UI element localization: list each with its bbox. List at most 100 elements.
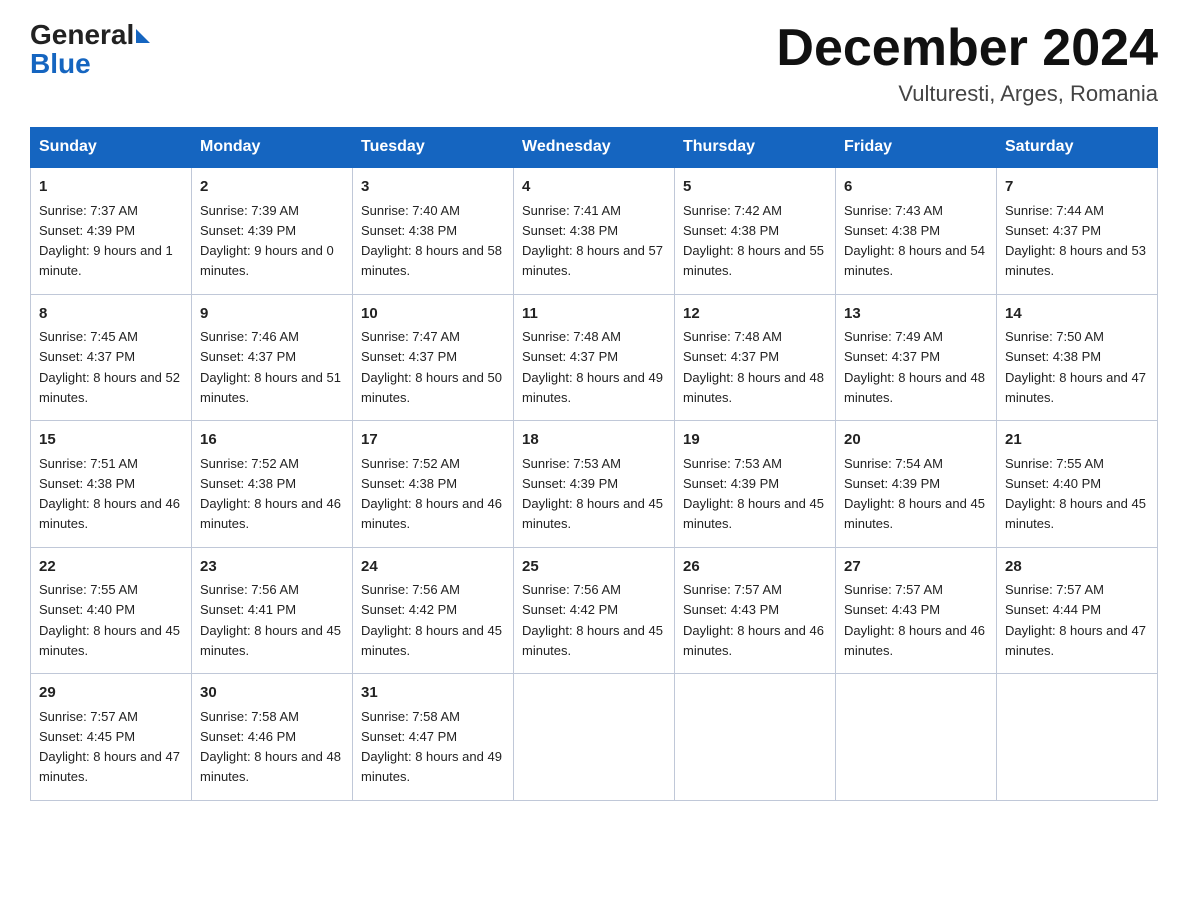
- calendar-cell: 25 Sunrise: 7:56 AMSunset: 4:42 PMDaylig…: [514, 547, 675, 674]
- calendar-cell: 4 Sunrise: 7:41 AMSunset: 4:38 PMDayligh…: [514, 167, 675, 294]
- day-info: Sunrise: 7:57 AMSunset: 4:45 PMDaylight:…: [39, 709, 180, 785]
- calendar-cell: 9 Sunrise: 7:46 AMSunset: 4:37 PMDayligh…: [192, 294, 353, 421]
- day-number: 21: [1005, 429, 1149, 452]
- day-number: 15: [39, 429, 183, 452]
- calendar-cell: 6 Sunrise: 7:43 AMSunset: 4:38 PMDayligh…: [836, 167, 997, 294]
- page-header: General Blue December 2024 Vulturesti, A…: [30, 20, 1158, 107]
- day-number: 22: [39, 556, 183, 579]
- day-number: 8: [39, 303, 183, 326]
- day-number: 13: [844, 303, 988, 326]
- calendar-cell: 13 Sunrise: 7:49 AMSunset: 4:37 PMDaylig…: [836, 294, 997, 421]
- calendar-cell: 7 Sunrise: 7:44 AMSunset: 4:37 PMDayligh…: [997, 167, 1158, 294]
- day-info: Sunrise: 7:49 AMSunset: 4:37 PMDaylight:…: [844, 329, 985, 405]
- day-info: Sunrise: 7:55 AMSunset: 4:40 PMDaylight:…: [39, 582, 180, 658]
- calendar-cell: [836, 674, 997, 801]
- day-info: Sunrise: 7:53 AMSunset: 4:39 PMDaylight:…: [683, 456, 824, 532]
- title-block: December 2024 Vulturesti, Arges, Romania: [776, 20, 1158, 107]
- day-number: 24: [361, 556, 505, 579]
- day-info: Sunrise: 7:52 AMSunset: 4:38 PMDaylight:…: [361, 456, 502, 532]
- col-header-friday: Friday: [836, 128, 997, 168]
- day-number: 14: [1005, 303, 1149, 326]
- day-number: 17: [361, 429, 505, 452]
- calendar-cell: 30 Sunrise: 7:58 AMSunset: 4:46 PMDaylig…: [192, 674, 353, 801]
- month-title: December 2024: [776, 20, 1158, 77]
- calendar-cell: 3 Sunrise: 7:40 AMSunset: 4:38 PMDayligh…: [353, 167, 514, 294]
- calendar-cell: 31 Sunrise: 7:58 AMSunset: 4:47 PMDaylig…: [353, 674, 514, 801]
- calendar-cell: 12 Sunrise: 7:48 AMSunset: 4:37 PMDaylig…: [675, 294, 836, 421]
- day-number: 25: [522, 556, 666, 579]
- day-info: Sunrise: 7:41 AMSunset: 4:38 PMDaylight:…: [522, 203, 663, 279]
- day-number: 20: [844, 429, 988, 452]
- day-info: Sunrise: 7:42 AMSunset: 4:38 PMDaylight:…: [683, 203, 824, 279]
- day-info: Sunrise: 7:39 AMSunset: 4:39 PMDaylight:…: [200, 203, 334, 279]
- day-info: Sunrise: 7:40 AMSunset: 4:38 PMDaylight:…: [361, 203, 502, 279]
- day-info: Sunrise: 7:57 AMSunset: 4:43 PMDaylight:…: [844, 582, 985, 658]
- day-number: 23: [200, 556, 344, 579]
- day-number: 1: [39, 176, 183, 199]
- day-info: Sunrise: 7:55 AMSunset: 4:40 PMDaylight:…: [1005, 456, 1146, 532]
- day-info: Sunrise: 7:52 AMSunset: 4:38 PMDaylight:…: [200, 456, 341, 532]
- calendar-cell: 2 Sunrise: 7:39 AMSunset: 4:39 PMDayligh…: [192, 167, 353, 294]
- calendar-cell: 8 Sunrise: 7:45 AMSunset: 4:37 PMDayligh…: [31, 294, 192, 421]
- day-info: Sunrise: 7:45 AMSunset: 4:37 PMDaylight:…: [39, 329, 180, 405]
- day-number: 3: [361, 176, 505, 199]
- calendar-cell: 20 Sunrise: 7:54 AMSunset: 4:39 PMDaylig…: [836, 421, 997, 548]
- day-number: 29: [39, 682, 183, 705]
- calendar-cell: 24 Sunrise: 7:56 AMSunset: 4:42 PMDaylig…: [353, 547, 514, 674]
- day-number: 5: [683, 176, 827, 199]
- calendar-cell: [675, 674, 836, 801]
- col-header-tuesday: Tuesday: [353, 128, 514, 168]
- calendar-cell: 18 Sunrise: 7:53 AMSunset: 4:39 PMDaylig…: [514, 421, 675, 548]
- calendar-cell: [514, 674, 675, 801]
- day-number: 18: [522, 429, 666, 452]
- calendar-cell: 17 Sunrise: 7:52 AMSunset: 4:38 PMDaylig…: [353, 421, 514, 548]
- calendar-cell: 19 Sunrise: 7:53 AMSunset: 4:39 PMDaylig…: [675, 421, 836, 548]
- day-number: 11: [522, 303, 666, 326]
- day-info: Sunrise: 7:47 AMSunset: 4:37 PMDaylight:…: [361, 329, 502, 405]
- day-number: 30: [200, 682, 344, 705]
- day-info: Sunrise: 7:56 AMSunset: 4:42 PMDaylight:…: [361, 582, 502, 658]
- calendar-cell: 29 Sunrise: 7:57 AMSunset: 4:45 PMDaylig…: [31, 674, 192, 801]
- day-number: 31: [361, 682, 505, 705]
- calendar-cell: 21 Sunrise: 7:55 AMSunset: 4:40 PMDaylig…: [997, 421, 1158, 548]
- day-info: Sunrise: 7:51 AMSunset: 4:38 PMDaylight:…: [39, 456, 180, 532]
- day-info: Sunrise: 7:58 AMSunset: 4:46 PMDaylight:…: [200, 709, 341, 785]
- calendar-table: SundayMondayTuesdayWednesdayThursdayFrid…: [30, 127, 1158, 801]
- day-number: 12: [683, 303, 827, 326]
- day-number: 28: [1005, 556, 1149, 579]
- day-info: Sunrise: 7:43 AMSunset: 4:38 PMDaylight:…: [844, 203, 985, 279]
- calendar-cell: 26 Sunrise: 7:57 AMSunset: 4:43 PMDaylig…: [675, 547, 836, 674]
- day-number: 2: [200, 176, 344, 199]
- day-number: 10: [361, 303, 505, 326]
- day-number: 16: [200, 429, 344, 452]
- day-number: 27: [844, 556, 988, 579]
- col-header-saturday: Saturday: [997, 128, 1158, 168]
- day-info: Sunrise: 7:53 AMSunset: 4:39 PMDaylight:…: [522, 456, 663, 532]
- day-number: 9: [200, 303, 344, 326]
- logo-text-black: General: [30, 20, 134, 51]
- col-header-sunday: Sunday: [31, 128, 192, 168]
- day-number: 7: [1005, 176, 1149, 199]
- location: Vulturesti, Arges, Romania: [776, 81, 1158, 107]
- calendar-cell: 5 Sunrise: 7:42 AMSunset: 4:38 PMDayligh…: [675, 167, 836, 294]
- day-info: Sunrise: 7:58 AMSunset: 4:47 PMDaylight:…: [361, 709, 502, 785]
- calendar-cell: 11 Sunrise: 7:48 AMSunset: 4:37 PMDaylig…: [514, 294, 675, 421]
- day-info: Sunrise: 7:46 AMSunset: 4:37 PMDaylight:…: [200, 329, 341, 405]
- day-info: Sunrise: 7:48 AMSunset: 4:37 PMDaylight:…: [522, 329, 663, 405]
- day-info: Sunrise: 7:44 AMSunset: 4:37 PMDaylight:…: [1005, 203, 1146, 279]
- day-info: Sunrise: 7:56 AMSunset: 4:41 PMDaylight:…: [200, 582, 341, 658]
- col-header-monday: Monday: [192, 128, 353, 168]
- logo-arrow-icon: [136, 29, 150, 43]
- calendar-cell: 16 Sunrise: 7:52 AMSunset: 4:38 PMDaylig…: [192, 421, 353, 548]
- col-header-wednesday: Wednesday: [514, 128, 675, 168]
- calendar-cell: 23 Sunrise: 7:56 AMSunset: 4:41 PMDaylig…: [192, 547, 353, 674]
- logo: General Blue: [30, 20, 150, 80]
- calendar-cell: 1 Sunrise: 7:37 AMSunset: 4:39 PMDayligh…: [31, 167, 192, 294]
- calendar-cell: 15 Sunrise: 7:51 AMSunset: 4:38 PMDaylig…: [31, 421, 192, 548]
- calendar-cell: 28 Sunrise: 7:57 AMSunset: 4:44 PMDaylig…: [997, 547, 1158, 674]
- day-info: Sunrise: 7:48 AMSunset: 4:37 PMDaylight:…: [683, 329, 824, 405]
- calendar-cell: [997, 674, 1158, 801]
- col-header-thursday: Thursday: [675, 128, 836, 168]
- day-info: Sunrise: 7:56 AMSunset: 4:42 PMDaylight:…: [522, 582, 663, 658]
- day-info: Sunrise: 7:57 AMSunset: 4:44 PMDaylight:…: [1005, 582, 1146, 658]
